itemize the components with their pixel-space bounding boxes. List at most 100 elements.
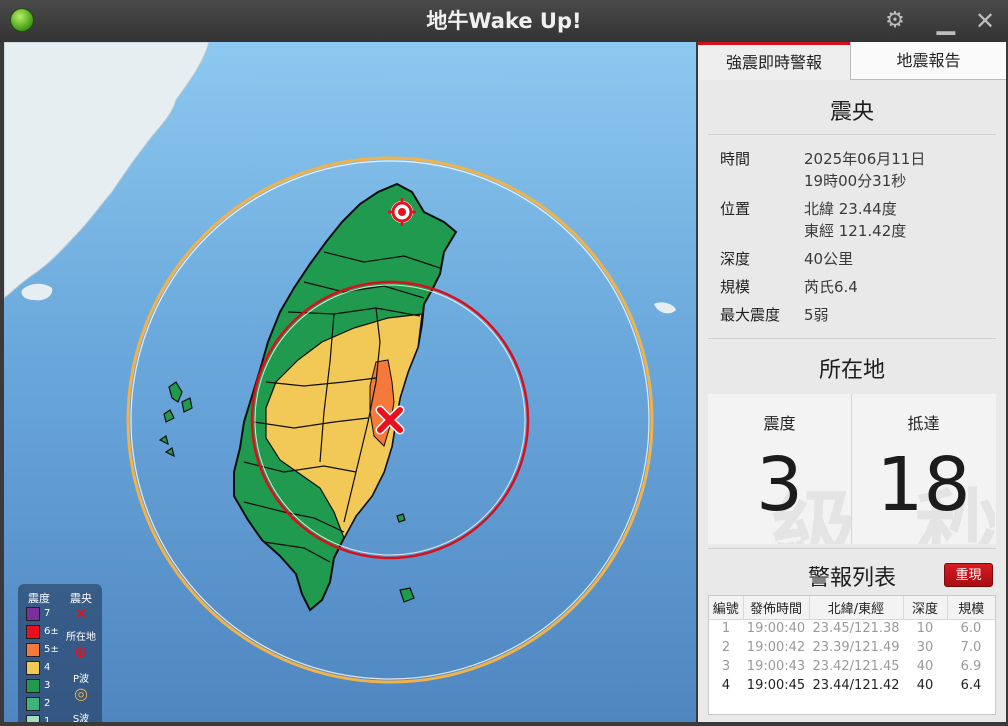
arrival-column: 抵達 秒 18	[852, 394, 995, 544]
column-header[interactable]: 發佈時間	[743, 596, 810, 620]
legend-swatch	[26, 715, 40, 722]
legend-level: 7	[26, 606, 66, 622]
gear-icon[interactable]: ⚙	[882, 8, 908, 34]
info-key: 時間	[720, 150, 751, 168]
location-summary: 震度 級 3 抵達 秒 18	[708, 394, 996, 544]
column-header[interactable]: 北緯/東經	[809, 596, 904, 620]
location-heading: 所在地	[818, 358, 885, 383]
legend-level: 2	[26, 696, 66, 712]
column-header[interactable]: 編號	[709, 596, 744, 620]
legend-level-label: 6±	[44, 626, 59, 637]
column-header[interactable]: 規模	[947, 596, 995, 620]
alert-table[interactable]: 編號 發佈時間 北緯/東經 深度 規模 1 19:00:40 23.45/121.3…	[708, 595, 996, 715]
replay-button[interactable]: 重現	[944, 563, 993, 587]
earthquake-map[interactable]: 震度 震央 76±5±43210 ✕ 所在地 ⊕ P波 ◎ S波 ◎	[4, 42, 696, 722]
table-row[interactable]: 3 19:00:43 23.42/121.45 40 6.9	[709, 657, 995, 676]
legend-s-wave-label: S波	[72, 714, 90, 722]
legend-intensity-header: 震度	[28, 592, 50, 605]
legend-epicenter-icon: ✕	[74, 604, 88, 623]
info-panel: 強震即時警報 地震報告 震央 時間 2025年06月11日 19時00分31秒 位…	[698, 42, 1006, 722]
window-title: 地牛Wake Up!	[426, 9, 582, 33]
green-island	[396, 513, 406, 523]
legend-level-label: 5±	[44, 644, 59, 655]
table-cell: 40	[916, 678, 934, 693]
tab-bar: 強震即時警報 地震報告	[698, 42, 1006, 80]
info-value: 北緯 23.44度 東經 121.42度	[804, 200, 907, 240]
info-value: 2025年06月11日 19時00分31秒	[804, 150, 926, 190]
table-row[interactable]: 2 19:00:42 23.39/121.49 30 7.0	[709, 638, 995, 657]
china-coast	[4, 42, 210, 299]
epicenter-heading: 震央	[829, 100, 874, 125]
map-svg	[4, 42, 676, 684]
info-key: 位置	[720, 200, 751, 218]
legend-p-wave-icon: ◎	[74, 684, 88, 703]
orchid-island	[399, 587, 415, 603]
info-value: 5弱	[804, 306, 829, 324]
divider	[708, 548, 996, 549]
table-cell: 30	[916, 640, 934, 655]
table-cell: 19:00:40	[746, 621, 806, 637]
table-cell: 19:00:42	[746, 640, 806, 655]
column-header[interactable]: 深度	[903, 596, 948, 620]
legend-level-label: 4	[44, 662, 51, 673]
legend-level-label: 2	[44, 698, 51, 709]
china-islet	[21, 283, 53, 301]
legend-p-wave-label: P波	[72, 674, 90, 685]
penghu-islands	[158, 381, 193, 458]
legend-swatch	[26, 679, 40, 693]
minimize-icon[interactable]: ▁	[933, 8, 959, 34]
divider	[708, 134, 996, 135]
legend-level: 6±	[26, 624, 66, 640]
table-cell: 23.45/121.38	[812, 621, 900, 637]
legend-swatch	[26, 697, 40, 711]
legend-level: 4	[26, 660, 66, 676]
table-cell: 3	[721, 659, 731, 674]
app-window: 地牛Wake Up! ⚙ ▁ ✕ 震度 震央 7 6± 5± 4 3 2 1 ✕…	[0, 0, 1008, 726]
table-cell: 1	[721, 621, 731, 637]
map-legend: 震度 震央 76±5±43210 ✕ 所在地 ⊕ P波 ◎ S波 ◎	[18, 584, 102, 722]
close-icon[interactable]: ✕	[972, 8, 998, 34]
legend-level-label: 1	[44, 716, 51, 722]
intensity-column: 震度 級 3	[708, 394, 851, 544]
table-cell: 7.0	[960, 640, 982, 655]
tab-realtime-alert[interactable]: 強震即時警報	[698, 42, 850, 80]
table-cell: 4	[721, 678, 731, 693]
legend-level: 1	[26, 714, 66, 722]
info-value: 40公里	[804, 250, 854, 268]
legend-level: 3	[26, 678, 66, 694]
yonaguni-islet	[654, 302, 676, 314]
table-cell: 19:00:43	[746, 659, 806, 674]
table-cell: 6.9	[960, 659, 982, 674]
table-row[interactable]: 4 19:00:45 23.44/121.42 40 6.4	[709, 676, 995, 695]
info-key: 深度	[720, 250, 751, 268]
legend-level-label: 3	[44, 680, 51, 691]
legend-swatch	[26, 661, 40, 675]
arrival-value: 18	[876, 442, 971, 528]
info-key: 規模	[720, 278, 751, 296]
legend-swatch	[26, 607, 40, 621]
table-cell: 23.44/121.42	[812, 678, 900, 693]
legend-location-icon: ⊕	[74, 642, 88, 661]
table-cell: 19:00:45	[746, 678, 806, 693]
table-cell: 10	[916, 621, 934, 637]
intensity-value: 3	[755, 442, 804, 528]
legend-swatch	[26, 625, 40, 639]
info-value: 芮氏6.4	[804, 278, 858, 296]
table-cell: 23.42/121.45	[812, 659, 900, 674]
table-row[interactable]: 1 19:00:40 23.45/121.38 10 6.0	[709, 619, 995, 638]
legend-level-label: 7	[44, 608, 51, 619]
titlebar[interactable]: 地牛Wake Up! ⚙ ▁ ✕	[0, 0, 1008, 42]
tab-earthquake-report[interactable]: 地震報告	[850, 42, 1006, 80]
divider	[708, 338, 996, 339]
table-cell: 40	[916, 659, 934, 674]
legend-swatch	[26, 643, 40, 657]
table-cell: 6.4	[960, 678, 982, 693]
arrival-label: 抵達	[907, 414, 940, 433]
legend-location-label: 所在地	[66, 632, 96, 643]
legend-level: 5±	[26, 642, 66, 658]
table-header-row: 編號 發佈時間 北緯/東經 深度 規模	[709, 596, 995, 620]
table-cell: 6.0	[960, 621, 982, 637]
info-key: 最大震度	[720, 306, 781, 324]
intensity-label: 震度	[763, 414, 796, 433]
table-cell: 23.39/121.49	[812, 640, 900, 655]
